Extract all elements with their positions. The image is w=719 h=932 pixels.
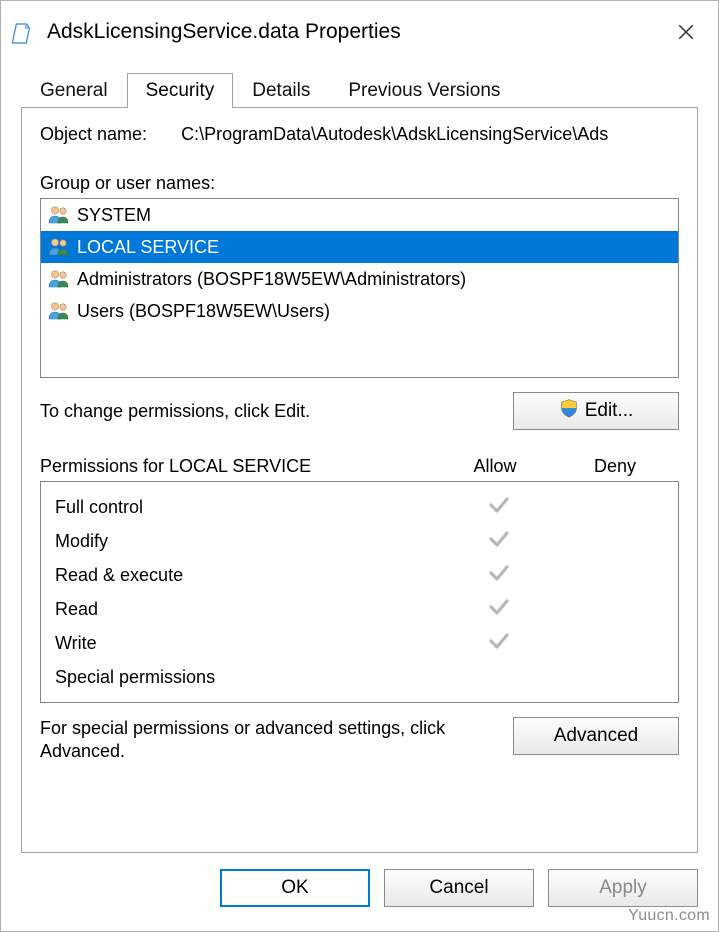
users-icon [47, 268, 71, 290]
tab-previous-versions[interactable]: Previous Versions [329, 73, 519, 108]
cancel-button[interactable]: Cancel [384, 869, 534, 907]
permission-name: Special permissions [55, 667, 444, 688]
apply-button-label: Apply [599, 877, 647, 899]
permission-allow [444, 629, 554, 658]
dialog-button-row: OK Cancel Apply [1, 853, 718, 931]
ok-button-label: OK [281, 877, 308, 899]
permission-row: Read [41, 592, 678, 626]
group-item-label: LOCAL SERVICE [77, 237, 219, 258]
group-user-list[interactable]: SYSTEM LOCAL SERVICE Administrators (BOS… [40, 198, 679, 378]
permission-row: Special permissions [41, 660, 678, 694]
object-name-label: Object name: [40, 124, 147, 145]
shield-icon [559, 398, 579, 424]
tabstrip: General Security Details Previous Versio… [21, 73, 698, 108]
group-item[interactable]: SYSTEM [41, 199, 678, 231]
permission-row: Full control [41, 490, 678, 524]
users-icon [47, 204, 71, 226]
group-item[interactable]: Administrators (BOSPF18W5EW\Administrato… [41, 263, 678, 295]
group-list-label: Group or user names: [40, 173, 679, 194]
users-icon [47, 300, 71, 322]
edit-button-label: Edit... [585, 400, 634, 422]
permission-name: Write [55, 633, 444, 654]
tab-general[interactable]: General [21, 73, 127, 108]
properties-dialog: AdskLicensingService.data Properties Gen… [0, 0, 719, 932]
group-item-label: SYSTEM [77, 205, 151, 226]
users-icon [47, 236, 71, 258]
checkmark-icon [487, 629, 511, 658]
checkmark-icon [487, 527, 511, 556]
security-tab-panel: Object name: C:\ProgramData\Autodesk\Ads… [21, 107, 698, 853]
permission-name: Full control [55, 497, 444, 518]
edit-hint-row: To change permissions, click Edit. Edit.… [40, 392, 679, 430]
titlebar: AdskLicensingService.data Properties [1, 1, 718, 65]
advanced-hint-row: For special permissions or advanced sett… [40, 717, 679, 764]
tab-security[interactable]: Security [127, 73, 234, 108]
permission-name: Modify [55, 531, 444, 552]
group-item[interactable]: LOCAL SERVICE [41, 231, 678, 263]
close-button[interactable] [670, 16, 702, 48]
group-item-label: Administrators (BOSPF18W5EW\Administrato… [77, 269, 466, 290]
edit-hint-text: To change permissions, click Edit. [40, 401, 310, 422]
permission-allow [444, 493, 554, 522]
object-name-row: Object name: C:\ProgramData\Autodesk\Ads… [40, 124, 679, 145]
permission-allow [444, 527, 554, 556]
apply-button: Apply [548, 869, 698, 907]
permission-name: Read [55, 599, 444, 620]
checkmark-icon [487, 493, 511, 522]
permission-row: Read & execute [41, 558, 678, 592]
permission-row: Write [41, 626, 678, 660]
permission-row: Modify [41, 524, 678, 558]
deny-header: Deny [555, 456, 675, 477]
group-item[interactable]: Users (BOSPF18W5EW\Users) [41, 295, 678, 327]
permissions-title: Permissions for LOCAL SERVICE [40, 456, 435, 477]
checkmark-icon [487, 595, 511, 624]
allow-header: Allow [435, 456, 555, 477]
advanced-button-label: Advanced [554, 725, 639, 747]
edit-button[interactable]: Edit... [513, 392, 679, 430]
checkmark-icon [487, 561, 511, 590]
permission-name: Read & execute [55, 565, 444, 586]
cancel-button-label: Cancel [429, 877, 488, 899]
tab-details[interactable]: Details [233, 73, 329, 108]
object-name-value: C:\ProgramData\Autodesk\AdskLicensingSer… [181, 124, 608, 145]
permissions-list: Full control Modify Read & execute Read Writ… [40, 481, 679, 703]
advanced-hint-text: For special permissions or advanced sett… [40, 717, 460, 764]
permission-allow [444, 561, 554, 590]
group-item-label: Users (BOSPF18W5EW\Users) [77, 301, 330, 322]
permission-allow [444, 595, 554, 624]
file-icon [11, 19, 37, 45]
advanced-button[interactable]: Advanced [513, 717, 679, 755]
ok-button[interactable]: OK [220, 869, 370, 907]
window-title: AdskLicensingService.data Properties [47, 20, 670, 44]
permissions-header: Permissions for LOCAL SERVICE Allow Deny [40, 456, 679, 477]
